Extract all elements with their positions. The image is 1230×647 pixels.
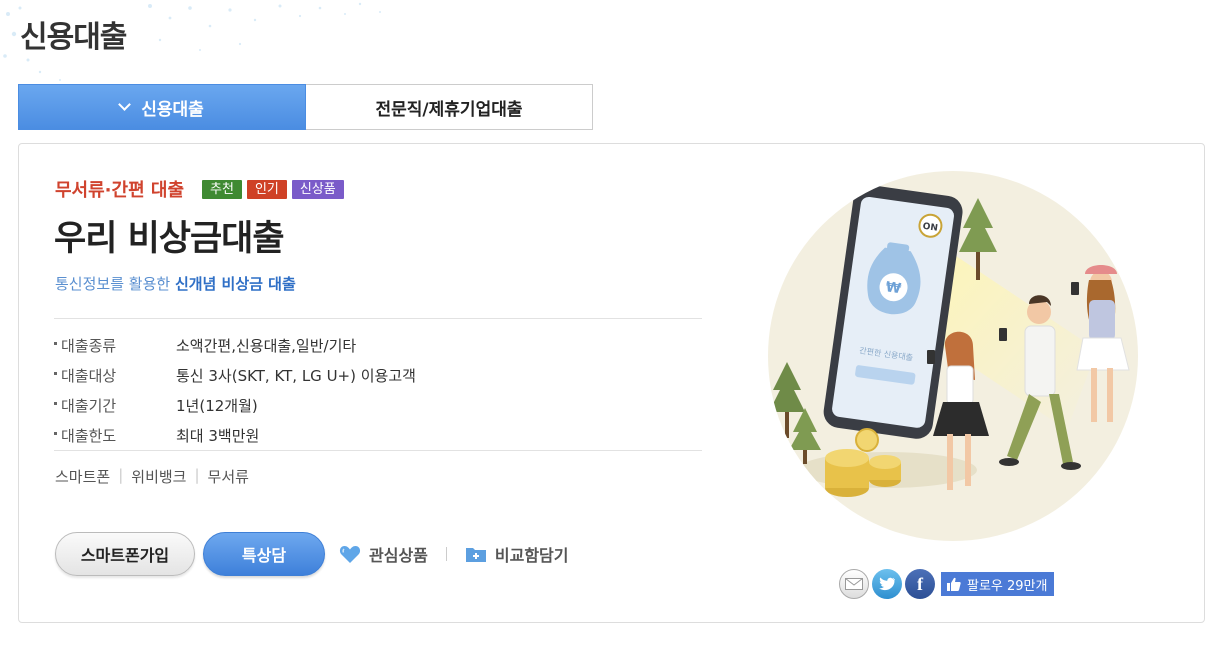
tab-label: 전문직/제휴기업대출	[375, 99, 523, 120]
divider	[54, 450, 702, 451]
info-value: 소액간편,신용대출,일반/기타	[176, 336, 357, 355]
twitter-share-button[interactable]	[872, 569, 902, 599]
envelope-icon	[845, 578, 863, 590]
tag-recommended: 추천	[202, 179, 242, 199]
keyword-list: 스마트폰 | 위비뱅크 | 무서류	[55, 466, 249, 487]
tab-credit-loan[interactable]: 신용대출	[18, 84, 306, 130]
product-name: 우리 비상금대출	[54, 219, 285, 259]
keyword-separator: |	[118, 466, 124, 484]
info-row-limit: 대출한도 최대 3백만원	[54, 420, 704, 450]
facebook-icon: f	[917, 573, 923, 594]
info-value: 1년(12개월)	[176, 396, 258, 415]
separator	[445, 547, 447, 561]
product-card: 무서류·간편 대출 추천 인기 신상품 우리 비상금대출 통신정보를 활용한 신…	[18, 143, 1205, 623]
facebook-share-button[interactable]: f	[905, 569, 935, 599]
svg-text:₩: ₩	[885, 279, 903, 297]
info-key: 대출대상	[54, 365, 176, 386]
keyword: 위비뱅크	[131, 468, 187, 486]
chevron-down-icon	[118, 97, 132, 111]
info-key: 대출종류	[54, 335, 176, 356]
keyword: 스마트폰	[55, 468, 111, 486]
favorite-label: 관심상품	[369, 546, 428, 565]
info-row-type: 대출종류 소액간편,신용대출,일반/기타	[54, 330, 704, 360]
consult-button[interactable]: 특상담	[203, 532, 325, 576]
desc-highlight: 신개념 비상금 대출	[174, 275, 296, 293]
tag-new: 신상품	[291, 179, 344, 199]
product-info-list: 대출종류 소액간편,신용대출,일반/기타 대출대상 통신 3사(SKT, KT,…	[54, 330, 704, 450]
product-category: 무서류·간편 대출	[55, 180, 185, 201]
loan-illustration: ON ₩ 간편한 신용대출	[768, 171, 1138, 541]
phone-on-label: ON	[922, 222, 938, 234]
favorite-button[interactable]: 관심상품	[339, 542, 428, 566]
compare-label: 비교함담기	[494, 546, 569, 565]
email-share-button[interactable]	[839, 569, 869, 599]
divider	[54, 318, 702, 319]
follow-count-label: 팔로우 29만개	[967, 578, 1048, 594]
tag-popular: 인기	[246, 179, 287, 199]
info-key: 대출한도	[54, 425, 176, 446]
facebook-follow-button[interactable]: 팔로우 29만개	[941, 572, 1055, 596]
info-value: 최대 3백만원	[176, 426, 260, 445]
product-description: 통신정보를 활용한 신개념 비상금 대출	[55, 273, 296, 294]
compare-button[interactable]: 비교함담기	[465, 542, 569, 566]
folder-add-icon	[465, 548, 486, 562]
page-title: 신용대출	[20, 20, 127, 55]
thumbs-up-icon	[947, 577, 961, 591]
info-key: 대출기간	[54, 395, 176, 416]
category-row: 무서류·간편 대출 추천 인기 신상품	[55, 176, 349, 202]
info-row-target: 대출대상 통신 3사(SKT, KT, LG U+) 이용고객	[54, 360, 704, 390]
smartphone-apply-button[interactable]: 스마트폰가입	[55, 532, 195, 576]
info-value: 통신 3사(SKT, KT, LG U+) 이용고객	[176, 366, 416, 385]
twitter-icon	[879, 577, 895, 591]
tab-label: 신용대출	[141, 99, 204, 120]
info-row-period: 대출기간 1년(12개월)	[54, 390, 704, 420]
desc-prefix: 통신정보를 활용한	[55, 275, 175, 293]
keyword-separator: |	[194, 466, 200, 484]
loan-tabs: 신용대출 전문직/제휴기업대출	[18, 84, 593, 130]
social-share-bar: f 팔로우 29만개	[839, 569, 1055, 599]
tab-professional-loan[interactable]: 전문직/제휴기업대출	[306, 84, 593, 130]
keyword: 무서류	[207, 468, 249, 486]
action-bar: 스마트폰가입 특상담 관심상품 비교함담기	[55, 532, 569, 576]
heart-icon	[339, 546, 361, 563]
